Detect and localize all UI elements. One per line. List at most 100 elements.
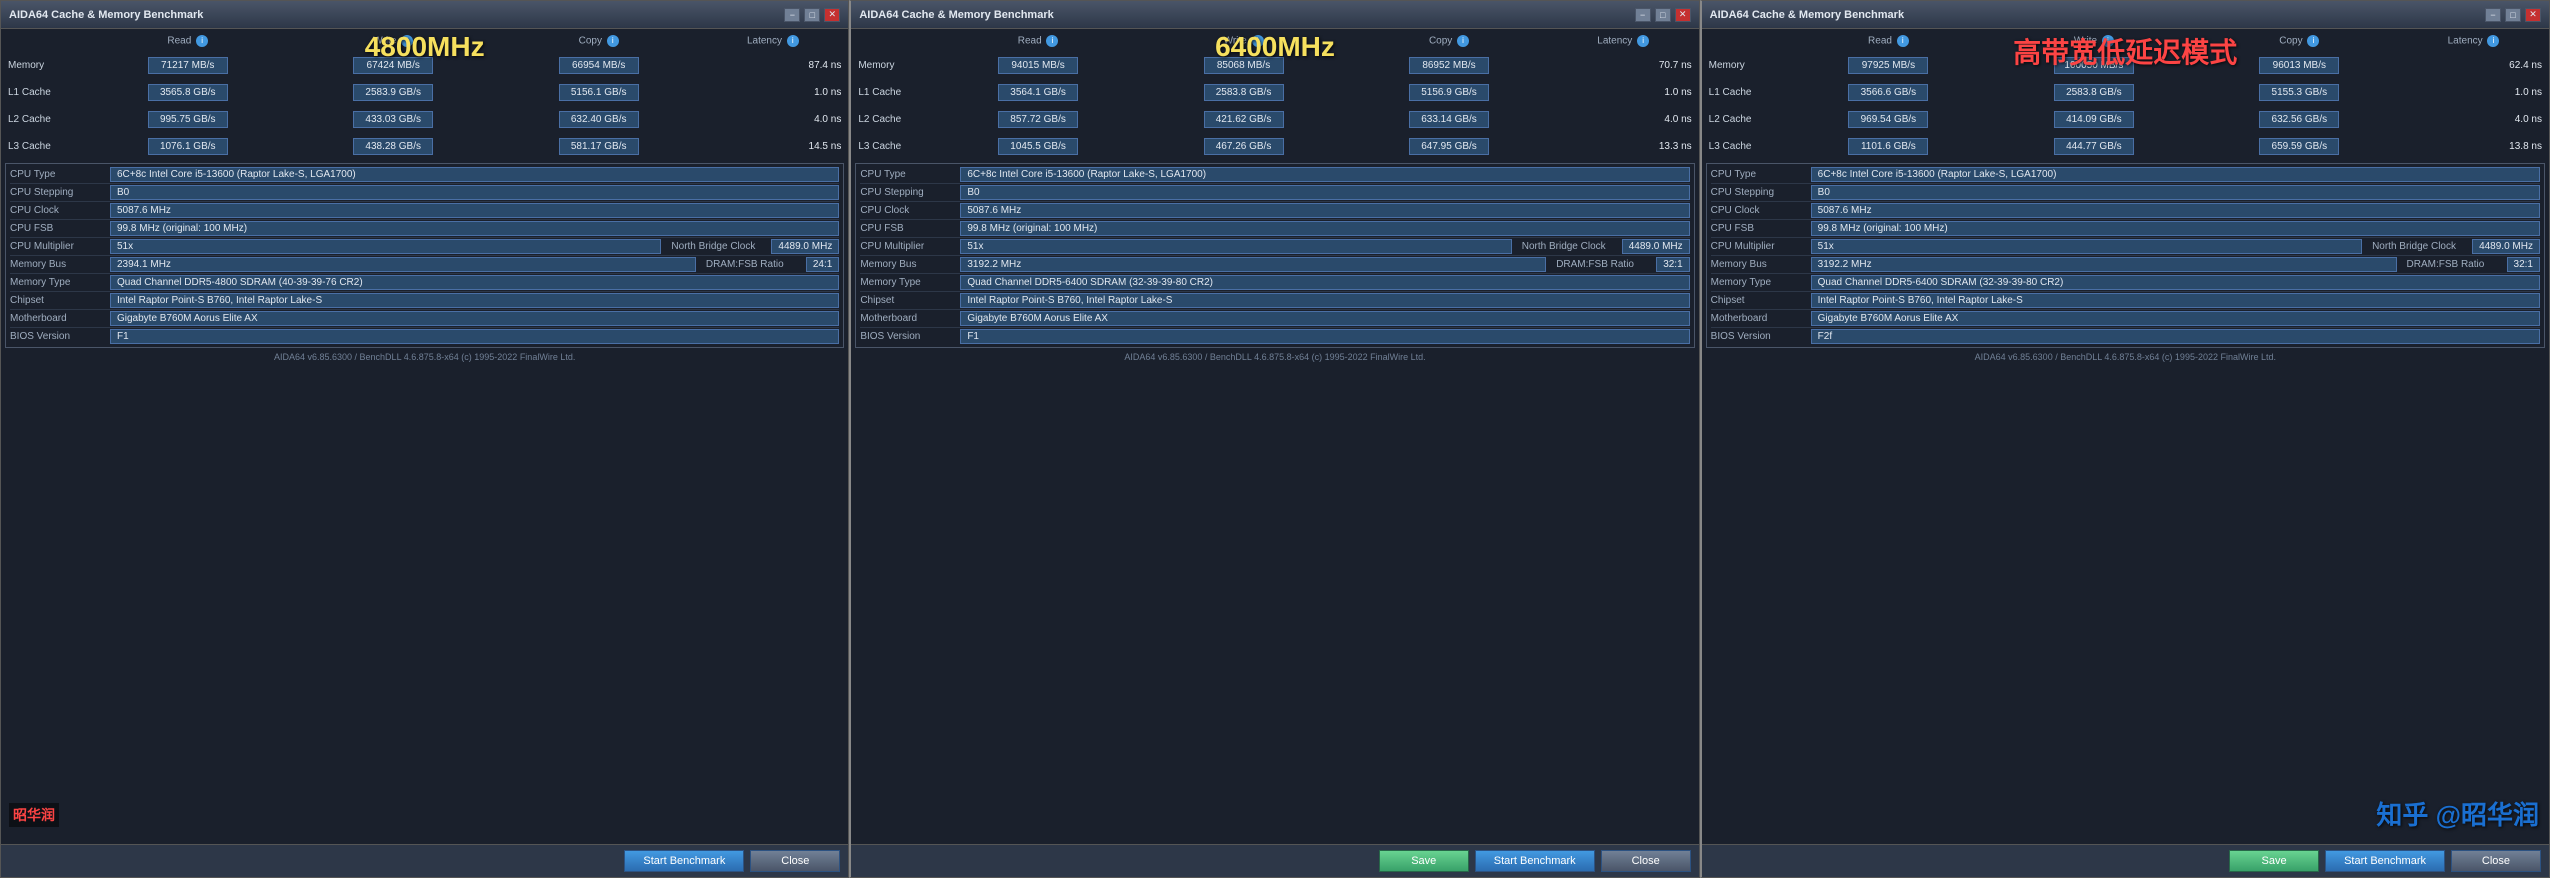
info-value: F2f — [1811, 329, 2540, 344]
footer-text: AIDA64 v6.85.6300 / BenchDLL 4.6.875.8-x… — [855, 350, 1694, 364]
copy-value: 632.56 GB/s — [2197, 109, 2402, 130]
read-value-cell: 3565.8 GB/s — [148, 84, 228, 101]
info-value: 5087.6 MHz — [1811, 203, 2540, 218]
start-benchmark-button[interactable]: Start Benchmark — [2325, 850, 2445, 872]
info-label: CPU FSB — [860, 223, 960, 234]
write-value-cell: 421.62 GB/s — [1204, 111, 1284, 128]
latency-value: 4.0 ns — [1552, 109, 1695, 130]
latency-value: 1.0 ns — [1552, 82, 1695, 103]
read-value-cell: 857.72 GB/s — [998, 111, 1078, 128]
info-row: CPU Multiplier51xNorth Bridge Clock4489.… — [860, 238, 1689, 256]
panel-3: AIDA64 Cache & Memory Benchmark−□✕高带宽低延迟… — [1700, 0, 2550, 878]
info-extra-label: DRAM:FSB Ratio — [2407, 259, 2507, 270]
info-extra-value: 32:1 — [2507, 257, 2540, 272]
copy-value-cell: 632.56 GB/s — [2259, 111, 2339, 128]
info-extra-label: North Bridge Clock — [1522, 241, 1622, 252]
info-icon[interactable]: i — [1637, 35, 1649, 47]
col-header-copy: Copy i — [1346, 33, 1551, 49]
info-row: Memory TypeQuad Channel DDR5-6400 SDRAM … — [860, 274, 1689, 292]
close-button[interactable]: ✕ — [2525, 8, 2541, 22]
button-bar: Save Start Benchmark Close — [851, 844, 1698, 877]
info-label: CPU Stepping — [1711, 187, 1811, 198]
minimize-button[interactable]: − — [784, 8, 800, 22]
info-icon[interactable]: i — [607, 35, 619, 47]
start-benchmark-button[interactable]: Start Benchmark — [1475, 850, 1595, 872]
info-label: BIOS Version — [10, 331, 110, 342]
close-button[interactable]: Close — [2451, 850, 2541, 872]
close-button[interactable]: ✕ — [1675, 8, 1691, 22]
info-value: 5087.6 MHz — [110, 203, 839, 218]
start-benchmark-button[interactable]: Start Benchmark — [624, 850, 744, 872]
info-row: CPU FSB99.8 MHz (original: 100 MHz) — [860, 220, 1689, 238]
info-label: CPU Type — [10, 169, 110, 180]
info-label: Chipset — [1711, 295, 1811, 306]
read-value-cell: 1076.1 GB/s — [148, 138, 228, 155]
footer-text: AIDA64 v6.85.6300 / BenchDLL 4.6.875.8-x… — [5, 350, 844, 364]
info-icon[interactable]: i — [1046, 35, 1058, 47]
info-icon[interactable]: i — [1457, 35, 1469, 47]
copy-value: 633.14 GB/s — [1346, 109, 1551, 130]
maximize-button[interactable]: □ — [1655, 8, 1671, 22]
copy-value-cell: 66954 MB/s — [559, 57, 639, 74]
info-icon[interactable]: i — [196, 35, 208, 47]
read-value: 3566.6 GB/s — [1786, 82, 1991, 103]
info-label: CPU Stepping — [10, 187, 110, 198]
copy-value-cell: 659.59 GB/s — [2259, 138, 2339, 155]
info-label: Memory Type — [10, 277, 110, 288]
read-value: 94015 MB/s — [935, 55, 1140, 76]
info-row: MotherboardGigabyte B760M Aorus Elite AX — [10, 310, 839, 328]
latency-value: 1.0 ns — [701, 82, 844, 103]
close-button[interactable]: ✕ — [824, 8, 840, 22]
col-header-read: Read i — [85, 33, 290, 49]
write-value: 414.09 GB/s — [1991, 109, 2196, 130]
info-icon[interactable]: i — [2487, 35, 2499, 47]
info-label: BIOS Version — [860, 331, 960, 342]
save-button[interactable]: Save — [2229, 850, 2319, 872]
copy-value-cell: 632.40 GB/s — [559, 111, 639, 128]
save-button[interactable]: Save — [1379, 850, 1469, 872]
window-title: AIDA64 Cache & Memory Benchmark — [9, 9, 203, 21]
info-icon[interactable]: i — [1897, 35, 1909, 47]
read-value-cell: 1101.6 GB/s — [1848, 138, 1928, 155]
info-icon[interactable]: i — [787, 35, 799, 47]
window-title: AIDA64 Cache & Memory Benchmark — [1710, 9, 1904, 21]
info-row: CPU SteppingB0 — [1711, 184, 2540, 202]
read-value-cell: 995.75 GB/s — [148, 111, 228, 128]
info-value: Gigabyte B760M Aorus Elite AX — [1811, 311, 2540, 326]
info-row: CPU Clock5087.6 MHz — [10, 202, 839, 220]
info-value: 6C+8c Intel Core i5-13600 (Raptor Lake-S… — [110, 167, 839, 182]
latency-value: 4.0 ns — [2402, 109, 2545, 130]
close-button[interactable]: Close — [750, 850, 840, 872]
read-value: 857.72 GB/s — [935, 109, 1140, 130]
info-value: Intel Raptor Point-S B760, Intel Raptor … — [1811, 293, 2540, 308]
title-bar: AIDA64 Cache & Memory Benchmark −□ ✕ — [1702, 1, 2549, 29]
minimize-button[interactable]: − — [1635, 8, 1651, 22]
copy-value-cell: 86952 MB/s — [1409, 57, 1489, 74]
col-header-latency: Latency i — [2402, 33, 2545, 49]
read-value-cell: 969.54 GB/s — [1848, 111, 1928, 128]
info-label: Memory Type — [860, 277, 960, 288]
read-value: 3565.8 GB/s — [85, 82, 290, 103]
info-value: B0 — [110, 185, 839, 200]
copy-value: 66954 MB/s — [496, 55, 701, 76]
minimize-button[interactable]: − — [2485, 8, 2501, 22]
write-value-cell: 2583.9 GB/s — [353, 84, 433, 101]
info-label: CPU FSB — [10, 223, 110, 234]
copy-value: 5156.9 GB/s — [1346, 82, 1551, 103]
info-row: CPU Multiplier51xNorth Bridge Clock4489.… — [1711, 238, 2540, 256]
maximize-button[interactable]: □ — [804, 8, 820, 22]
bench-row: L1 Cache3565.8 GB/s2583.9 GB/s5156.1 GB/… — [5, 82, 844, 103]
info-label: Motherboard — [1711, 313, 1811, 324]
info-value: 6C+8c Intel Core i5-13600 (Raptor Lake-S… — [960, 167, 1689, 182]
bench-row: L1 Cache3564.1 GB/s2583.8 GB/s5156.9 GB/… — [855, 82, 1694, 103]
maximize-button[interactable]: □ — [2505, 8, 2521, 22]
info-icon[interactable]: i — [2307, 35, 2319, 47]
close-button[interactable]: Close — [1601, 850, 1691, 872]
write-value: 2583.8 GB/s — [1991, 82, 2196, 103]
read-value: 71217 MB/s — [85, 55, 290, 76]
info-extra-value: 4489.0 MHz — [2472, 239, 2540, 254]
info-row: BIOS VersionF2f — [1711, 328, 2540, 345]
info-value: F1 — [960, 329, 1689, 344]
copy-value-cell: 647.95 GB/s — [1409, 138, 1489, 155]
info-value: 51x — [960, 239, 1511, 254]
